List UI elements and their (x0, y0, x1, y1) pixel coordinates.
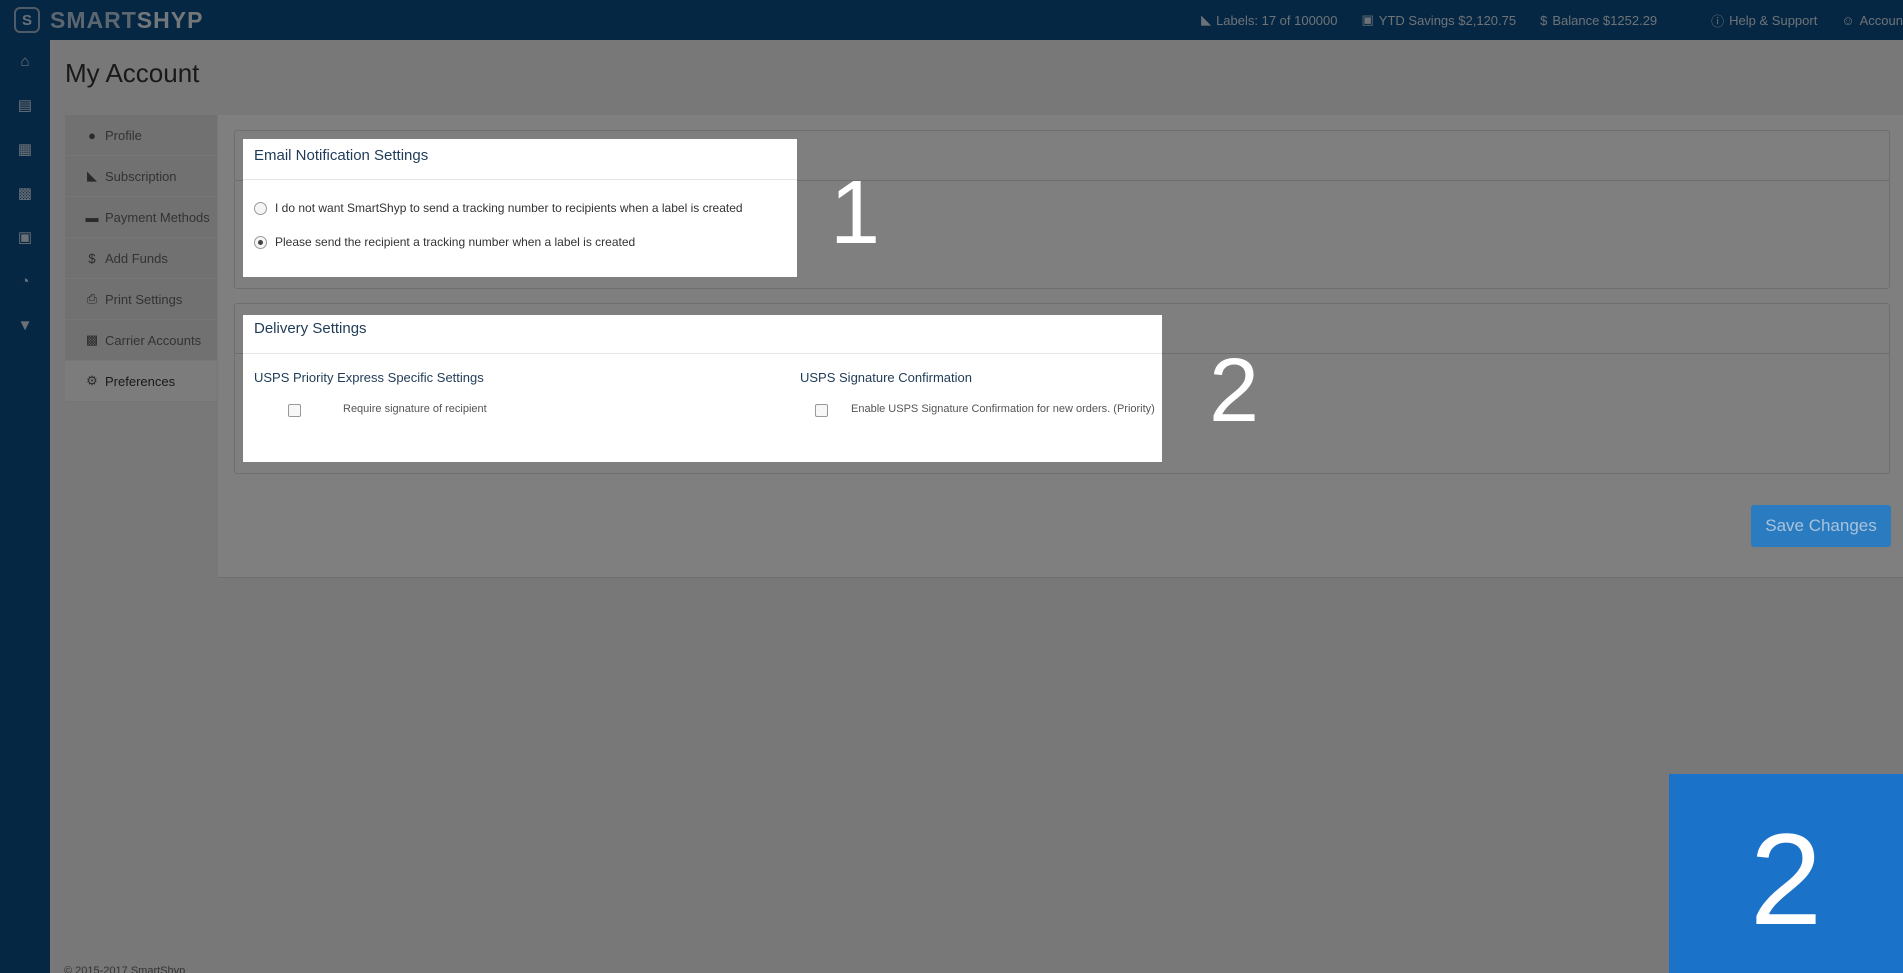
email-option-2-label: Please send the recipient a tracking num… (275, 235, 636, 249)
require-signature-label: Require signature of recipient (343, 403, 487, 415)
email-option-1-label: I do not want SmartShyp to send a tracki… (275, 201, 743, 215)
require-signature-checkbox[interactable] (288, 404, 301, 417)
step-marker-1: 1 (830, 163, 881, 263)
email-notification-card: Email Notification Settings I do not wan… (243, 139, 797, 277)
signature-confirmation-label: Enable USPS Signature Confirmation for n… (851, 403, 1155, 415)
email-option-send-tracking[interactable]: Please send the recipient a tracking num… (254, 235, 635, 249)
delivery-settings-title: Delivery Settings (254, 320, 367, 337)
card-divider (243, 179, 797, 180)
radio-send-tracking[interactable] (254, 235, 267, 249)
signature-confirmation-title: USPS Signature Confirmation (800, 370, 972, 385)
priority-express-settings-title: USPS Priority Express Specific Settings (254, 370, 484, 385)
tutorial-step-indicator[interactable]: 2 (1669, 774, 1903, 973)
signature-confirmation-checkbox[interactable] (815, 404, 828, 417)
save-changes-button[interactable]: Save Changes (1751, 505, 1891, 547)
tutorial-step-number: 2 (1749, 806, 1823, 952)
email-settings-title: Email Notification Settings (254, 147, 429, 164)
step-marker-2: 2 (1209, 341, 1260, 441)
footer-copyright: © 2015-2017 SmartShyp (64, 965, 186, 973)
delivery-settings-card: Delivery Settings USPS Priority Express … (243, 315, 1162, 462)
radio-no-tracking[interactable] (254, 201, 267, 215)
card-divider (243, 353, 1162, 354)
email-option-no-tracking[interactable]: I do not want SmartShyp to send a tracki… (254, 201, 743, 215)
